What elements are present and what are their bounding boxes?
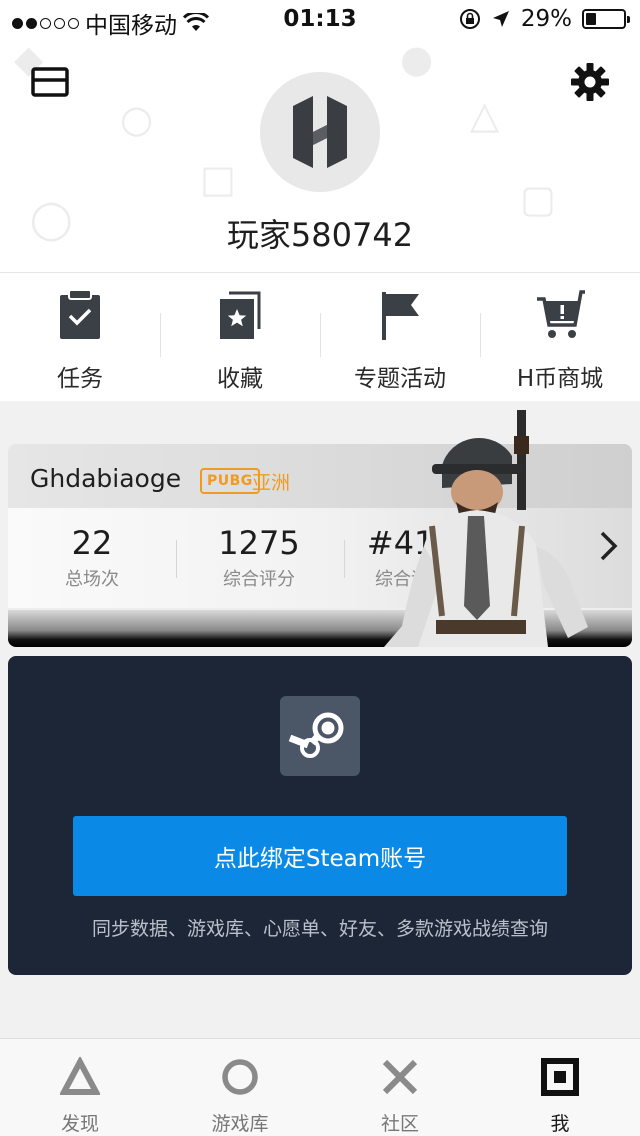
background-pattern-icon: ○	[120, 97, 154, 141]
background-pattern-icon: □	[200, 157, 236, 201]
quick-menu: 任务 收藏 专题活动 H币商城	[0, 272, 640, 401]
cross-icon	[382, 1059, 418, 1095]
username: 玩家580742	[226, 216, 414, 254]
menu-label: 收藏	[217, 366, 263, 392]
steam-icon	[288, 712, 344, 758]
menu-label: 任务	[57, 366, 103, 392]
battery-percent: 29%	[520, 6, 572, 32]
battery-level-fill	[586, 13, 597, 25]
tab-me[interactable]: 我	[480, 1039, 640, 1136]
clipboard-check-icon	[60, 289, 100, 339]
bottom-tab-bar: 发现 游戏库 社区 我	[0, 1038, 640, 1136]
menu-item-events[interactable]: 专题活动	[320, 273, 480, 401]
battery-icon	[582, 9, 630, 29]
menu-item-store[interactable]: H币商城	[480, 273, 640, 401]
stat-value: 1275	[218, 524, 300, 562]
stat-overall-rating: 1275 综合评分	[174, 524, 344, 591]
menu-label: H币商城	[516, 366, 604, 392]
avatar[interactable]	[260, 72, 380, 192]
status-bar: 中国移动 01:13 29%	[0, 0, 640, 40]
settings-button[interactable]	[570, 62, 610, 102]
region-label: 亚洲	[252, 472, 291, 494]
tab-label: 发现	[60, 1113, 99, 1135]
stat-total-matches: 22 总场次	[8, 524, 177, 591]
profile-screen: ◆ ○ □ △ ▢ ◯ ● 玩家580742 中国移动 01:13 29% 任务…	[0, 0, 640, 1136]
location-arrow-icon	[492, 11, 509, 27]
rotation-lock-icon	[459, 9, 480, 29]
mail-icon	[31, 67, 69, 97]
player-name: Ghdabiaoge	[30, 464, 182, 493]
bind-steam-button[interactable]: 点此绑定Steam账号	[73, 816, 567, 896]
chevron-right-icon[interactable]	[596, 530, 620, 562]
tab-community[interactable]: 社区	[320, 1039, 480, 1136]
soldier-illustration	[384, 410, 588, 647]
stat-label: 综合评分	[223, 569, 295, 591]
profile-header: ◆ ○ □ △ ▢ ◯ ● 玩家580742	[0, 0, 640, 272]
gear-icon	[571, 63, 609, 101]
menu-item-favorites[interactable]: 收藏	[160, 273, 320, 401]
circle-icon	[222, 1059, 258, 1095]
triangle-icon	[60, 1057, 100, 1095]
stat-label: 总场次	[65, 569, 119, 591]
shopping-cart-icon	[537, 290, 585, 338]
menu-label: 专题活动	[354, 366, 446, 392]
flag-icon	[382, 292, 419, 340]
pubg-badge: PUBG	[200, 468, 260, 494]
background-pattern-icon: ●	[400, 37, 434, 81]
square-icon	[541, 1058, 579, 1096]
steam-logo	[280, 696, 360, 776]
tab-game-library[interactable]: 游戏库	[160, 1039, 320, 1136]
steam-bind-card: 点此绑定Steam账号 同步数据、游戏库、心愿单、好友、多款游戏战绩查询	[8, 656, 632, 975]
tab-label: 我	[550, 1113, 570, 1135]
h-logo-icon	[293, 96, 347, 168]
mail-button[interactable]	[30, 66, 70, 98]
steam-bind-description: 同步数据、游戏库、心愿单、好友、多款游戏战绩查询	[91, 918, 548, 940]
tab-label: 社区	[380, 1113, 419, 1135]
background-pattern-icon: △	[470, 93, 500, 137]
stat-value: 22	[71, 524, 113, 562]
menu-item-tasks[interactable]: 任务	[0, 273, 160, 401]
tab-discover[interactable]: 发现	[0, 1039, 160, 1136]
tab-label: 游戏库	[211, 1113, 269, 1135]
bookmark-star-icon	[220, 291, 261, 339]
